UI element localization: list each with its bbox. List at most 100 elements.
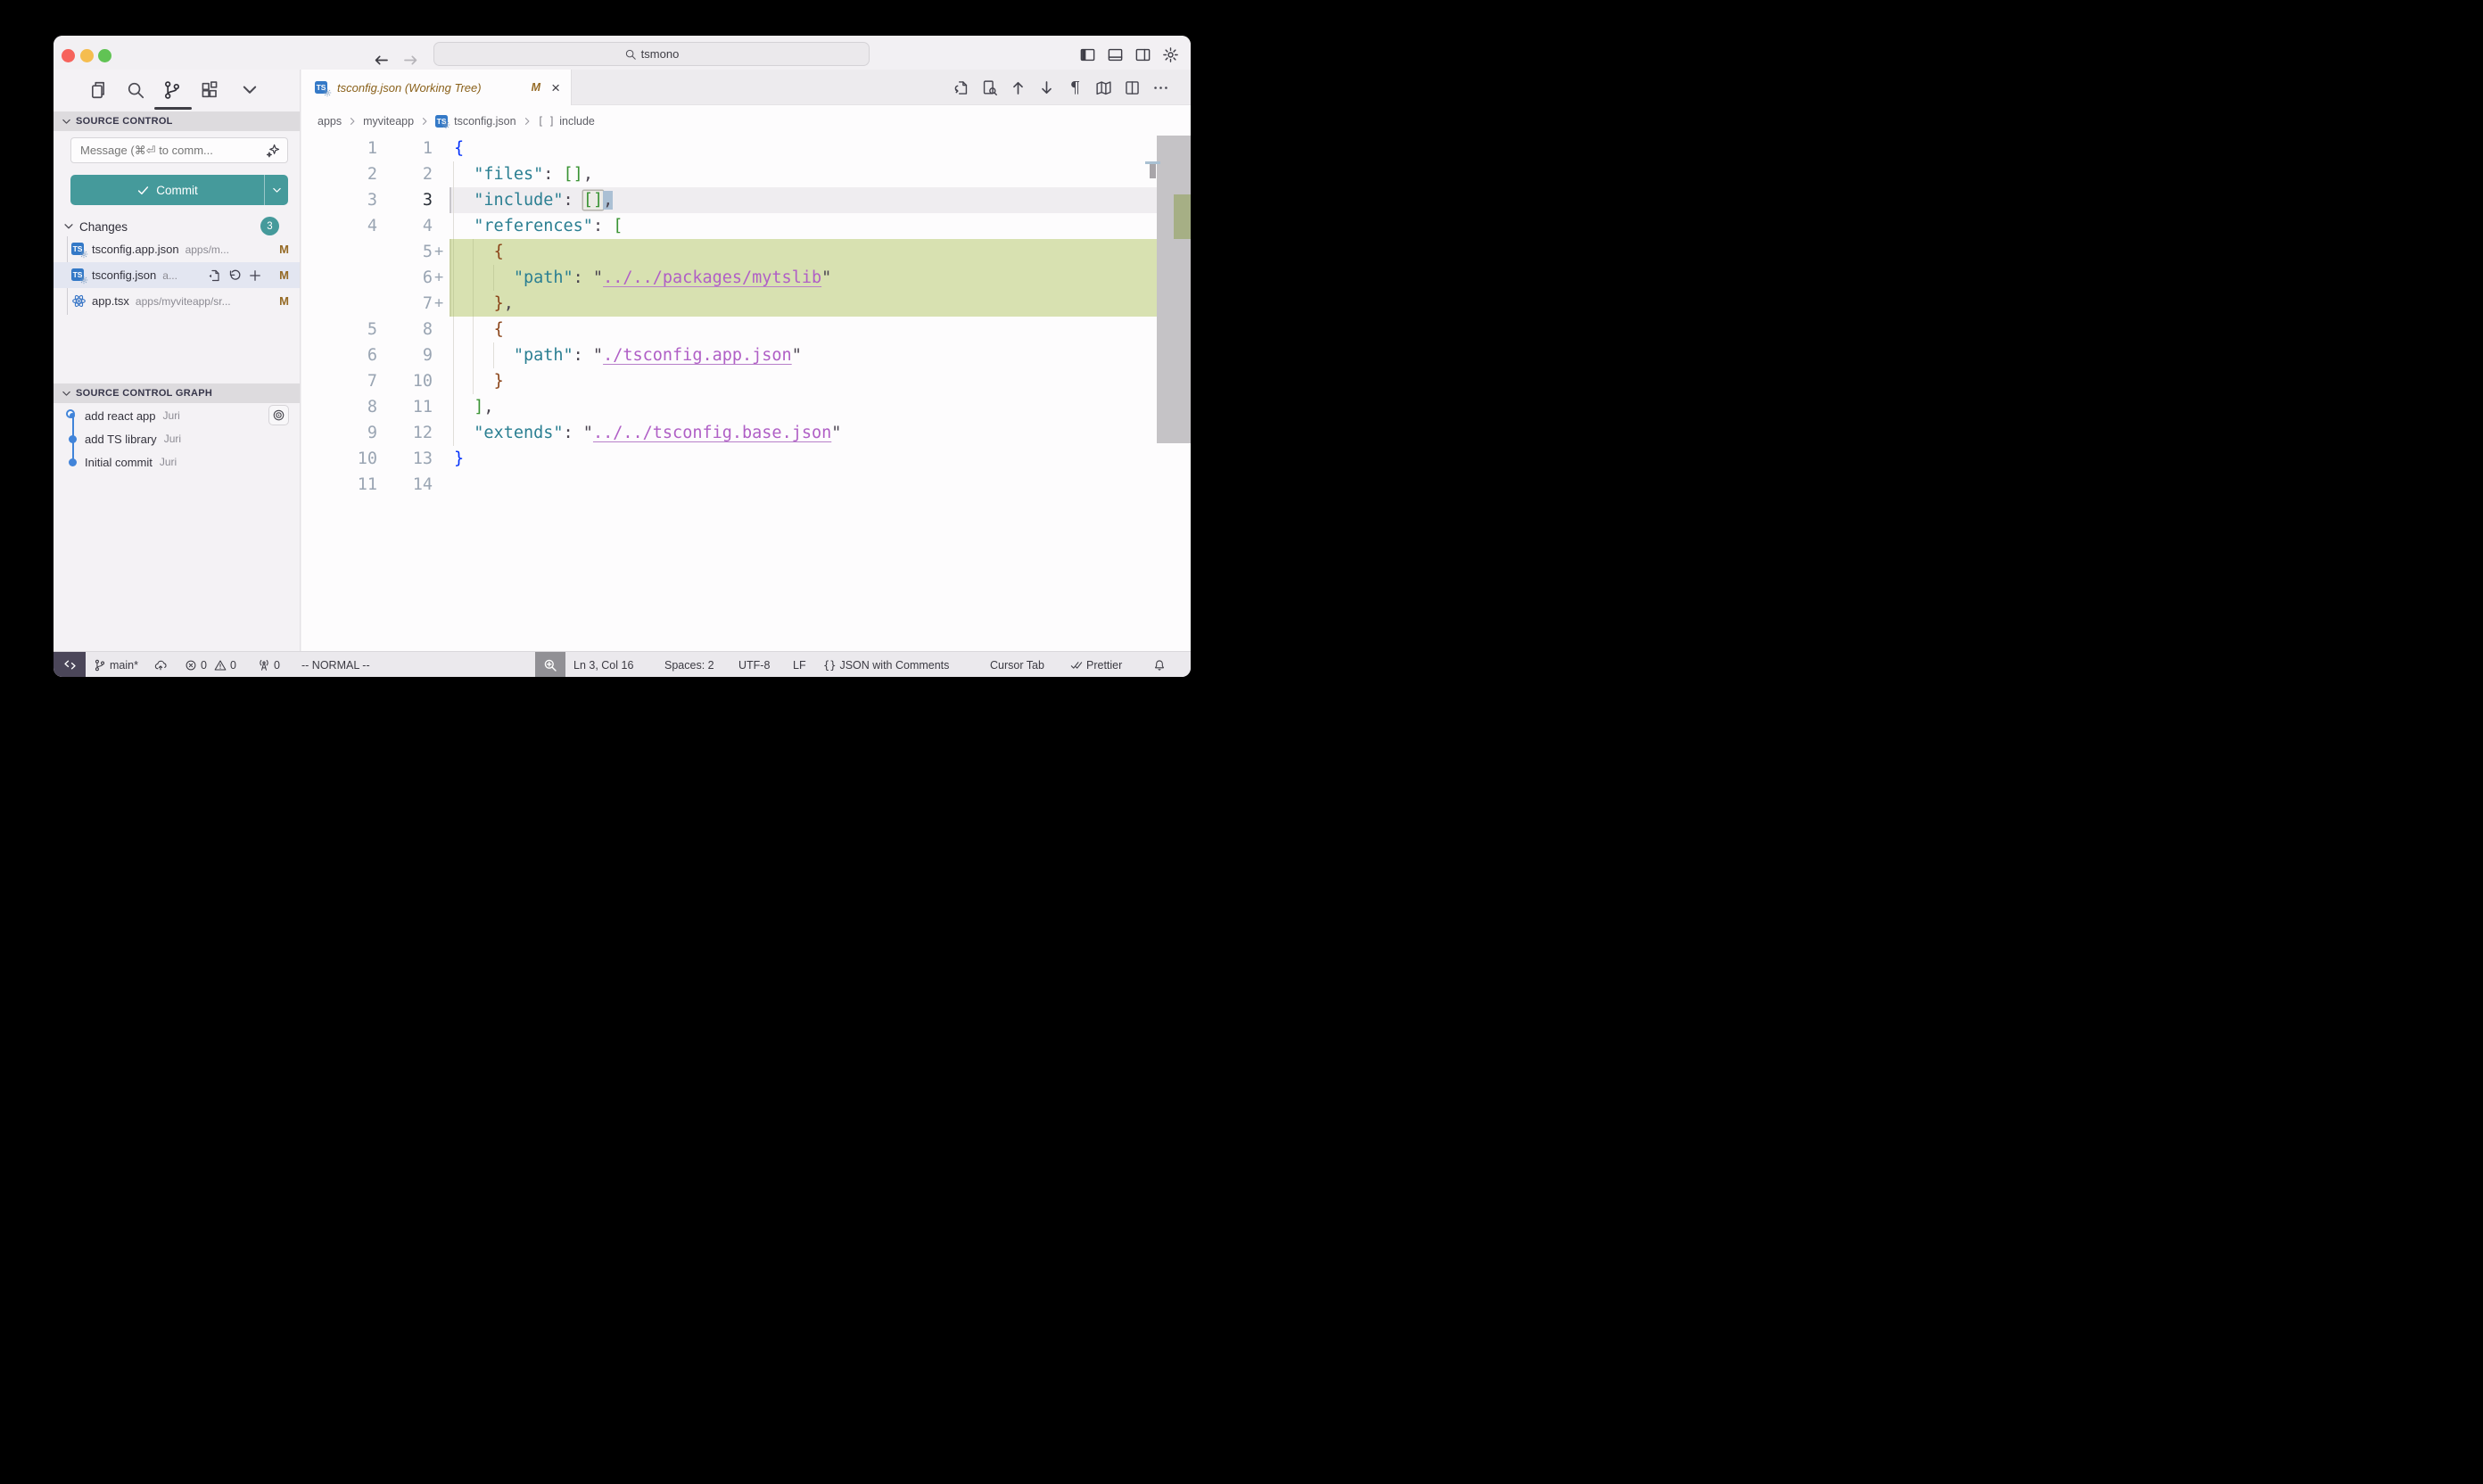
language-mode-item[interactable]: {}JSON with Comments	[823, 652, 949, 677]
cursor-position-item[interactable]: Ln 3, Col 16	[573, 652, 633, 677]
minimize-window-button[interactable]	[80, 49, 94, 62]
checkout-target-button[interactable]	[268, 405, 289, 425]
file-path: apps/myviteapp/sr...	[136, 295, 231, 308]
code-line[interactable]: 7+ },	[301, 291, 1191, 317]
open-file-icon[interactable]	[207, 268, 221, 283]
commit-button[interactable]: Commit	[70, 175, 288, 205]
activity-search-icon[interactable]	[126, 80, 145, 100]
new-line-number: 11	[377, 394, 433, 420]
changed-file-row[interactable]: app.tsxapps/myviteapp/sr...M	[54, 288, 300, 314]
vim-mode-item[interactable]: -- NORMAL --	[301, 652, 370, 677]
activity-source-control-icon[interactable]	[162, 80, 182, 100]
changed-file-row[interactable]: TStsconfig.app.jsonapps/m...M	[54, 236, 300, 262]
next-change-icon[interactable]	[1038, 79, 1055, 96]
errors-item[interactable]: 0	[185, 652, 207, 677]
modified-badge: M	[279, 294, 289, 308]
minimap-icon[interactable]	[1095, 79, 1112, 96]
changed-file-row[interactable]: TStsconfig.jsona...M	[54, 262, 300, 288]
code-line[interactable]: 912 "extends": "../../tsconfig.base.json…	[301, 420, 1191, 446]
commit-row[interactable]: add TS libraryJuri	[54, 427, 300, 450]
file-path: apps/m...	[186, 243, 229, 256]
activity-explorer-icon[interactable]	[88, 80, 108, 100]
encoding-item[interactable]: UTF-8	[738, 652, 770, 677]
code-line[interactable]: 44 "references": [	[301, 213, 1191, 239]
branch-item[interactable]: main*	[94, 652, 138, 677]
code-line[interactable]: 5+ {	[301, 239, 1191, 265]
active-view-underline	[154, 107, 192, 110]
remote-indicator[interactable]	[54, 652, 86, 677]
line-highlight-band	[450, 472, 1157, 498]
file-name: tsconfig.app.json	[92, 243, 179, 256]
commit-message: Initial commit	[85, 456, 153, 469]
commit-message-box[interactable]	[70, 137, 288, 163]
code-line[interactable]: 69 "path": "./tsconfig.app.json"	[301, 342, 1191, 368]
command-center-search[interactable]: tsmono	[433, 42, 870, 66]
toggle-panel-icon[interactable]	[1107, 46, 1124, 63]
warnings-item[interactable]: 0	[214, 652, 236, 677]
code-line[interactable]: 710 }	[301, 368, 1191, 394]
code-editor[interactable]: 11{22 "files": [],33 "include": [],44 "r…	[301, 136, 1191, 651]
scrollbar[interactable]	[1157, 136, 1191, 651]
overview-selection-marker	[1150, 164, 1156, 178]
breadcrumb[interactable]: appsmyviteappTStsconfig.json[ ]include	[301, 106, 1191, 136]
code-line[interactable]: 22 "files": [],	[301, 161, 1191, 187]
code-text: }	[454, 446, 464, 472]
status-label: Spaces: 2	[664, 659, 714, 672]
activity-more-views-icon[interactable]	[240, 80, 260, 100]
old-line-number: 5	[319, 317, 377, 342]
code-line[interactable]: 58 {	[301, 317, 1191, 342]
notifications-bell-icon[interactable]	[1153, 652, 1166, 677]
breadcrumb-item[interactable]: tsconfig.json	[454, 115, 516, 128]
commit-row[interactable]: add react appJuri	[54, 404, 300, 427]
commit-dropdown-button[interactable]	[264, 175, 288, 205]
toggle-secondary-sidebar-icon[interactable]	[1134, 46, 1151, 63]
changes-section-header[interactable]: Changes 3	[62, 216, 292, 237]
navigate-forward-icon[interactable]	[402, 52, 419, 69]
cursor-tab-item[interactable]: Cursor Tab	[990, 652, 1044, 677]
breadcrumb-item[interactable]: myviteapp	[363, 115, 414, 128]
new-line-number: 14	[377, 472, 433, 498]
breadcrumb-item[interactable]: apps	[318, 115, 342, 128]
close-tab-icon[interactable]: ×	[551, 80, 560, 95]
added-line-plus: +	[434, 291, 443, 317]
code-line[interactable]: 1013}	[301, 446, 1191, 472]
code-line[interactable]: 6+ "path": "../../packages/mytslib"	[301, 265, 1191, 291]
close-window-button[interactable]	[62, 49, 75, 62]
open-changes-icon[interactable]	[953, 79, 969, 96]
settings-gear-icon[interactable]	[1162, 46, 1179, 63]
maximize-window-button[interactable]	[98, 49, 111, 62]
inline-view-icon[interactable]	[981, 79, 998, 96]
line-highlight-band	[450, 291, 1157, 317]
formatter-item[interactable]: Prettier	[1070, 652, 1122, 677]
source-control-graph-header[interactable]: SOURCE CONTROL GRAPH	[54, 383, 300, 403]
stage-changes-icon[interactable]	[248, 268, 262, 283]
split-editor-icon[interactable]	[1124, 79, 1141, 96]
commit-message-input[interactable]	[78, 143, 266, 158]
tab-tsconfig-working-tree[interactable]: TS tsconfig.json (Working Tree) M ×	[301, 70, 572, 105]
discard-changes-icon[interactable]	[227, 268, 242, 283]
code-line[interactable]: 1114	[301, 472, 1191, 498]
code-line[interactable]: 33 "include": [],	[301, 187, 1191, 213]
code-line[interactable]: 11{	[301, 136, 1191, 161]
source-control-header[interactable]: SOURCE CONTROL	[54, 111, 300, 131]
line-highlight-band	[450, 317, 1157, 342]
eol-item[interactable]: LF	[793, 652, 806, 677]
code-line[interactable]: 811 ],	[301, 394, 1191, 420]
previous-change-icon[interactable]	[1010, 79, 1027, 96]
breadcrumb-item[interactable]: include	[559, 115, 595, 128]
tower-icon	[258, 659, 270, 672]
zoom-indicator[interactable]	[535, 652, 565, 677]
scrollbar-thumb[interactable]	[1157, 136, 1191, 443]
indentation-item[interactable]: Spaces: 2	[664, 652, 714, 677]
navigate-back-icon[interactable]	[373, 52, 390, 69]
overview-added-marker	[1174, 194, 1191, 239]
commit-row[interactable]: Initial commitJuri	[54, 450, 300, 474]
ports-item[interactable]: 0	[258, 652, 280, 677]
more-actions-icon[interactable]	[1152, 79, 1169, 96]
publish-item[interactable]	[154, 652, 167, 677]
activity-extensions-icon[interactable]	[200, 80, 219, 100]
head-commit-dot	[66, 409, 75, 418]
render-whitespace-icon[interactable]: ¶	[1067, 79, 1084, 96]
sparkle-ai-icon[interactable]	[266, 144, 280, 158]
toggle-primary-sidebar-icon[interactable]	[1079, 46, 1096, 63]
